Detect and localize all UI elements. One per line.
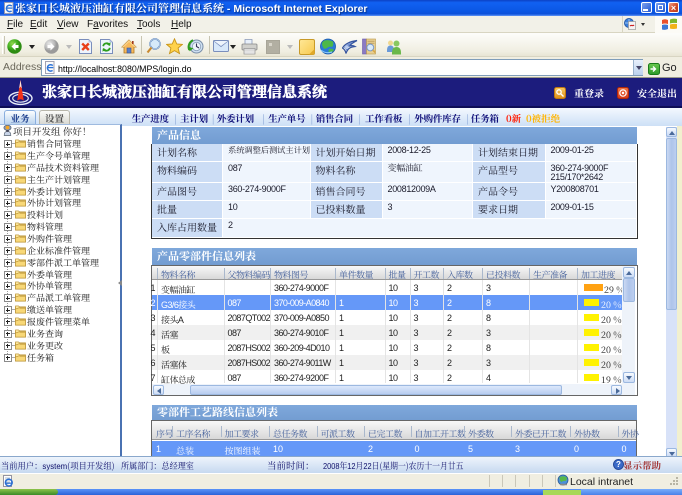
svg-text:?: ?: [616, 460, 621, 469]
